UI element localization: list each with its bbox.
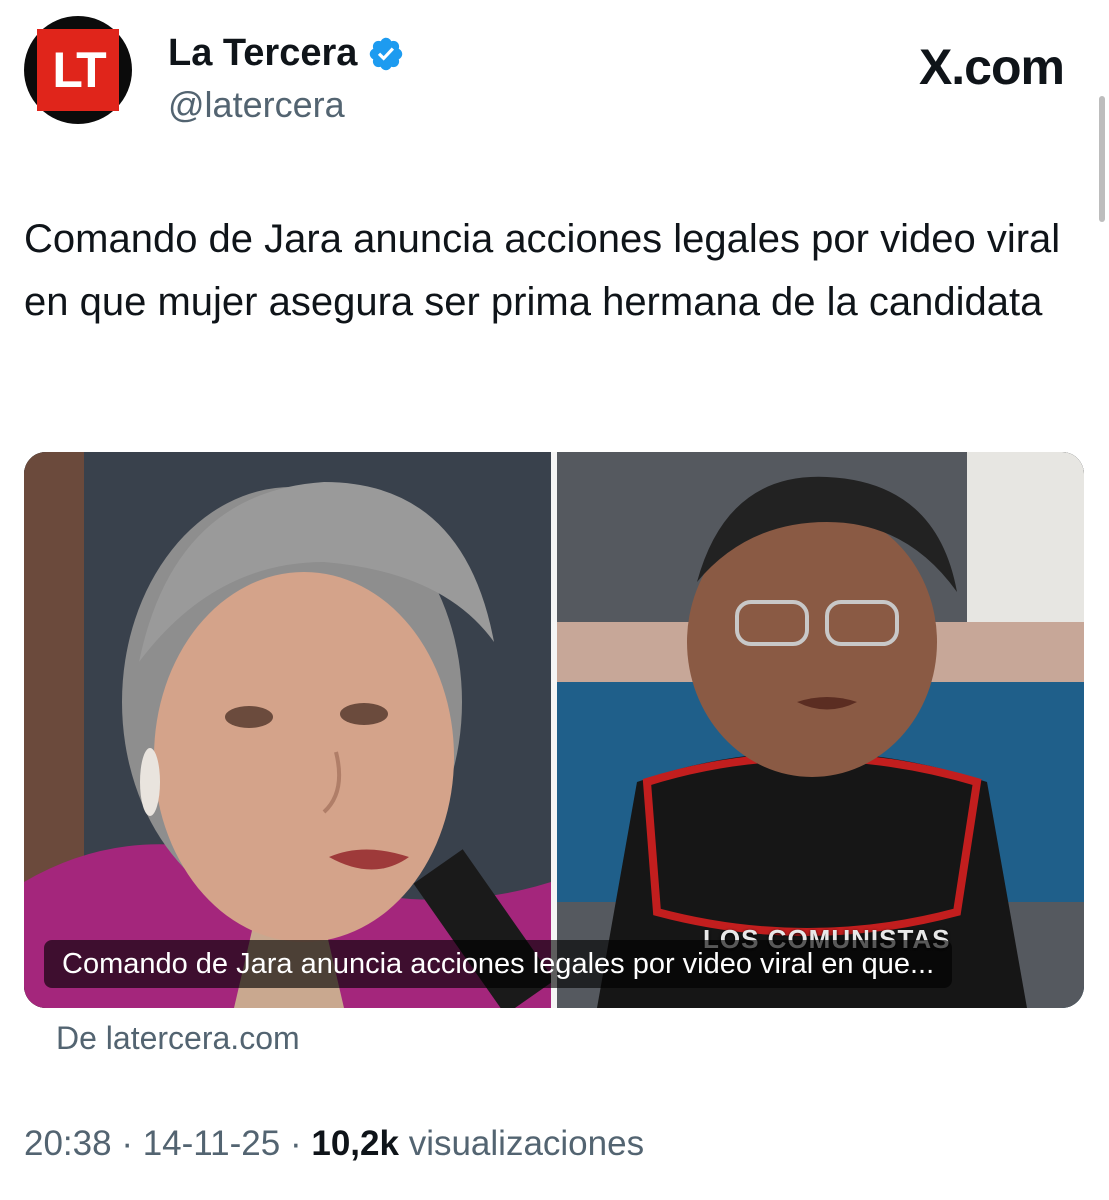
scrollbar[interactable] [1099,96,1105,222]
meta-separator: · [121,1124,133,1163]
card-caption[interactable]: Comando de Jara anuncia acciones legales… [44,940,953,988]
author-handle[interactable]: @latercera [168,84,345,126]
link-card[interactable]: LOS COMUNISTAS Comando de Jara anuncia a… [24,452,1084,1008]
meta-separator: · [289,1124,302,1163]
tweet-time[interactable]: 20:38 [24,1124,112,1163]
tweet-meta: 20:38 · 14-11-25 · 10,2k visualizaciones [24,1124,644,1164]
photo-candidate [24,452,551,1008]
site-label: X.com [918,39,1065,95]
photo-video-woman: LOS COMUNISTAS [557,452,1084,1008]
author-name[interactable]: La Tercera [168,32,357,75]
author-name-row: La Tercera [168,32,405,75]
verified-badge-icon [370,37,403,70]
card-source-link[interactable]: De latercera.com [56,1020,300,1057]
avatar[interactable]: LT [24,16,132,124]
portrait-illustration-left [24,452,551,1008]
tweet-header: LT La Tercera @latercera X.com [24,12,1084,142]
la-tercera-logo: LT [37,29,119,111]
views-count[interactable]: 10,2k [311,1124,399,1163]
tweet-text: Comando de Jara anuncia acciones legales… [24,217,1061,324]
tweet-date[interactable]: 14-11-25 [143,1124,281,1163]
views-label: visualizaciones [408,1124,645,1163]
